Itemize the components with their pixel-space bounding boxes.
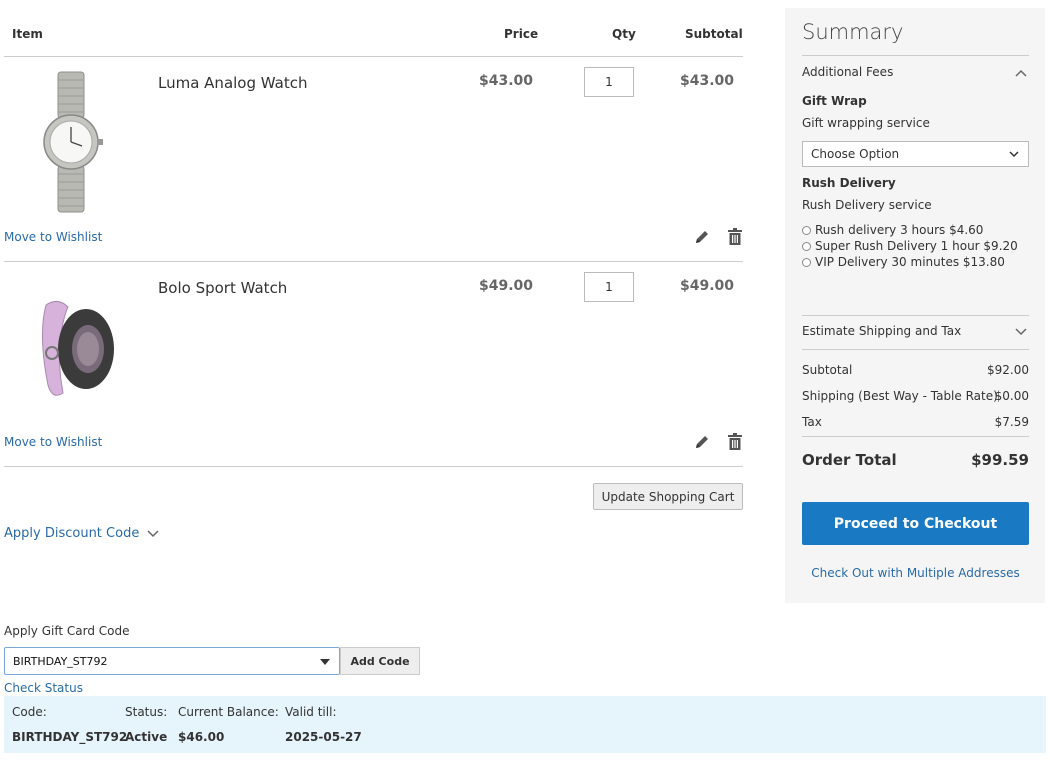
header-subtotal: Subtotal [685, 27, 743, 41]
apply-discount-toggle[interactable]: Apply Discount Code [4, 526, 159, 541]
header-price: Price [504, 27, 539, 41]
gift-wrap-subtitle: Gift wrapping service [802, 116, 930, 130]
tax-row: Tax $7.59 [802, 415, 1029, 429]
product-subtotal: $43.00 [679, 73, 734, 89]
estimate-shipping-label: Estimate Shipping and Tax [802, 324, 962, 338]
cart-table: Item Price Qty Subtotal Luma Analog Watc… [4, 0, 743, 467]
subtotal-label: Subtotal [802, 363, 853, 377]
move-to-wishlist-link[interactable]: Move to Wishlist [4, 435, 102, 449]
divider [802, 349, 1029, 350]
rush-delivery-subtitle: Rush Delivery service [802, 198, 932, 212]
shipping-label: Shipping (Best Way - Table Rate) [802, 389, 998, 403]
divider [802, 55, 1029, 56]
radio-button[interactable] [802, 241, 811, 251]
header-item: Item [12, 27, 43, 41]
apply-discount-label: Apply Discount Code [4, 526, 140, 541]
trash-icon[interactable] [727, 228, 743, 246]
pencil-icon[interactable] [694, 434, 710, 450]
order-total-row: Order Total $99.59 [802, 451, 1029, 469]
update-cart-button[interactable]: Update Shopping Cart [593, 483, 743, 510]
order-summary: Summary Additional Fees Gift Wrap Gift w… [785, 8, 1045, 603]
pencil-icon[interactable] [694, 229, 710, 245]
dropdown-caret-icon[interactable] [320, 659, 330, 665]
subtotal-value: $92.00 [987, 363, 1029, 377]
product-image-sport-watch[interactable] [18, 275, 128, 420]
code-value: BIRTHDAY_ST792 [12, 730, 128, 744]
additional-fees-toggle[interactable]: Additional Fees [802, 65, 1029, 79]
radio-button[interactable] [802, 225, 811, 235]
order-total-label: Order Total [802, 451, 897, 469]
gift-wrap-selected: Choose Option [811, 147, 900, 161]
gift-card-status-panel: Code: BIRTHDAY_ST792 Status: Active Curr… [4, 696, 1046, 753]
rush-option-label: VIP Delivery 30 minutes $13.80 [815, 255, 1005, 269]
check-status-link[interactable]: Check Status [4, 681, 83, 695]
gift-wrap-title: Gift Wrap [802, 94, 867, 108]
add-code-button[interactable]: Add Code [340, 647, 420, 675]
rush-option-1[interactable]: Rush delivery 3 hours $4.60 [802, 223, 983, 237]
tax-label: Tax [802, 415, 822, 429]
chevron-up-icon[interactable] [1015, 69, 1027, 77]
valid-label: Valid till: [285, 705, 337, 719]
shipping-value: $0.00 [994, 389, 1029, 403]
product-name[interactable]: Luma Analog Watch [158, 74, 307, 92]
cart-row: Bolo Sport Watch $49.00 $49.00 Move to W… [4, 262, 743, 467]
status-label: Status: [125, 705, 168, 719]
chevron-down-icon [1009, 151, 1019, 158]
trash-icon[interactable] [727, 433, 743, 451]
estimate-shipping-toggle[interactable]: Estimate Shipping and Tax [802, 324, 1029, 338]
multiple-addresses-link[interactable]: Check Out with Multiple Addresses [802, 566, 1029, 580]
subtotal-row: Subtotal $92.00 [802, 363, 1029, 377]
rush-option-label: Rush delivery 3 hours $4.60 [815, 223, 984, 237]
qty-input[interactable] [584, 272, 634, 302]
header-qty: Qty [612, 27, 636, 41]
product-price: $49.00 [478, 278, 533, 294]
code-label: Code: [12, 705, 47, 719]
proceed-to-checkout-button[interactable]: Proceed to Checkout [802, 502, 1029, 545]
qty-input[interactable] [584, 67, 634, 97]
radio-button[interactable] [802, 257, 811, 267]
rush-option-2[interactable]: Super Rush Delivery 1 hour $9.20 [802, 239, 1018, 253]
chevron-down-icon [147, 529, 159, 537]
status-value: Active [125, 730, 168, 744]
order-total-value: $99.59 [971, 451, 1029, 469]
rush-delivery-title: Rush Delivery [802, 176, 896, 190]
gift-card-label: Apply Gift Card Code [4, 624, 130, 638]
cart-row: Luma Analog Watch $43.00 $43.00 Move to … [4, 57, 743, 262]
gift-wrap-select[interactable]: Choose Option [802, 141, 1029, 167]
additional-fees-label: Additional Fees [802, 65, 894, 79]
move-to-wishlist-link[interactable]: Move to Wishlist [4, 230, 102, 244]
rush-option-label: Super Rush Delivery 1 hour $9.20 [815, 239, 1018, 253]
balance-value: $46.00 [178, 730, 225, 744]
cart-header: Item Price Qty Subtotal [4, 0, 743, 57]
valid-value: 2025-05-27 [285, 730, 362, 744]
product-price: $43.00 [478, 73, 533, 89]
divider [802, 436, 1029, 437]
balance-label: Current Balance: [178, 705, 279, 719]
summary-title: Summary [802, 20, 904, 44]
divider [802, 315, 1029, 316]
chevron-down-icon[interactable] [1015, 328, 1027, 336]
shipping-row: Shipping (Best Way - Table Rate) $0.00 [802, 389, 1029, 403]
rush-option-3[interactable]: VIP Delivery 30 minutes $13.80 [802, 255, 1005, 269]
product-subtotal: $49.00 [679, 278, 734, 294]
tax-value: $7.59 [994, 415, 1029, 429]
product-image-analog-watch[interactable] [18, 70, 128, 215]
gift-card-input[interactable] [5, 648, 305, 674]
gift-card-combobox[interactable] [4, 647, 340, 675]
product-name[interactable]: Bolo Sport Watch [158, 279, 287, 297]
